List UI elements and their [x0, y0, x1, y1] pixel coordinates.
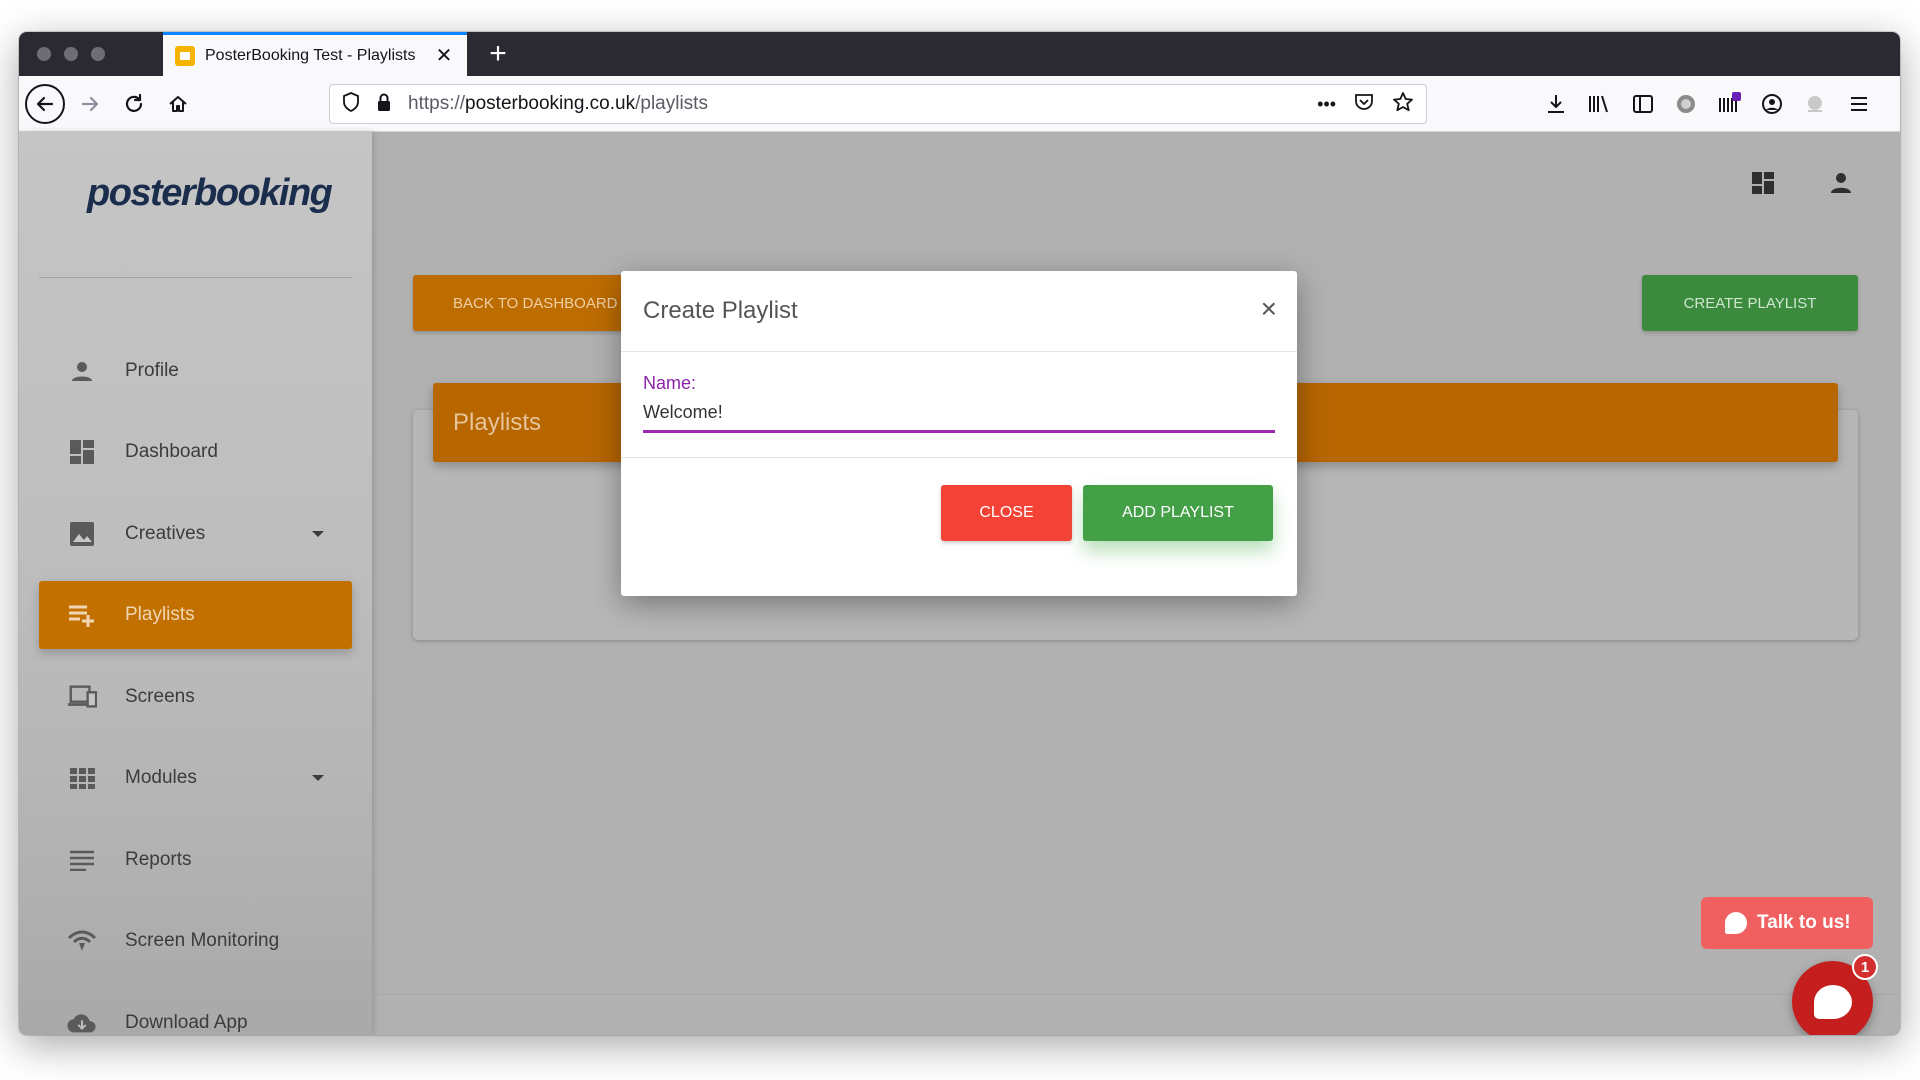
modal-header: Create Playlist ×	[621, 271, 1297, 352]
sidebar-item-label: Creatives	[125, 523, 206, 544]
chat-bubble-icon	[1725, 912, 1747, 934]
extension-barcode-icon[interactable]	[1715, 90, 1743, 118]
address-bar[interactable]: https://posterbooking.co.uk/playlists ••…	[329, 84, 1427, 124]
back-to-dashboard-button[interactable]: BACK TO DASHBOARD	[413, 275, 653, 331]
window-minimize-dot[interactable]	[64, 47, 78, 61]
hamburger-menu-icon[interactable]	[1845, 90, 1873, 118]
devices-icon	[67, 682, 97, 712]
sidebar-item-label: Screen Monitoring	[125, 930, 280, 951]
url-scheme: https://	[408, 93, 466, 114]
list-icon	[67, 845, 97, 875]
pocket-icon[interactable]	[1354, 92, 1374, 117]
sidebar-item-modules[interactable]: Modules	[39, 744, 352, 812]
sidebar-item-label: Modules	[125, 767, 197, 788]
chat-bubble-icon	[1813, 984, 1852, 1019]
tab-title: PosterBooking Test - Playlists	[205, 46, 416, 64]
chevron-down-icon[interactable]	[312, 531, 324, 537]
sidebar-item-screens[interactable]: Screens	[39, 663, 352, 731]
sidebar-item-label: Reports	[125, 849, 192, 870]
playlist-add-icon	[67, 600, 97, 630]
name-label: Name:	[643, 373, 697, 393]
sidebar-item-label: Screens	[125, 686, 195, 707]
create-playlist-modal: Create Playlist × Name: CLOSE ADD PLAYLI…	[621, 271, 1297, 596]
navigation-toolbar: https://posterbooking.co.uk/playlists ••…	[19, 76, 1900, 132]
account-icon[interactable]	[1758, 90, 1786, 118]
downloads-icon[interactable]	[1542, 90, 1570, 118]
cloud-download-icon	[67, 1008, 97, 1035]
sidebar-item-screen-monitoring[interactable]: Screen Monitoring	[39, 907, 352, 975]
window-close-dot[interactable]	[37, 47, 51, 61]
sidebar-divider	[39, 277, 352, 278]
url-domain: posterbooking.co.uk	[465, 93, 636, 114]
add-playlist-button[interactable]: ADD PLAYLIST	[1083, 485, 1273, 541]
dashboard-icon	[67, 437, 97, 467]
sidebar-item-download-app[interactable]: Download App	[39, 989, 352, 1035]
sidebar-item-dashboard[interactable]: Dashboard	[39, 418, 352, 486]
wifi-signal-icon	[67, 926, 97, 956]
card-title: Playlists	[453, 408, 542, 436]
sidebar: posterbooking Profile Dashboard Creative…	[19, 132, 372, 1035]
close-icon[interactable]: ×	[1261, 295, 1277, 323]
bookmark-star-icon[interactable]	[1392, 91, 1414, 118]
apps-grid-icon	[67, 763, 97, 793]
tab-strip: PosterBooking Test - Playlists ✕ +	[19, 32, 1900, 76]
reload-icon[interactable]	[116, 86, 152, 122]
forward-arrow-icon[interactable]	[72, 86, 108, 122]
lock-icon[interactable]	[376, 92, 392, 117]
create-playlist-button[interactable]: CREATE PLAYLIST	[1642, 275, 1858, 331]
sidebar-item-label: Dashboard	[125, 441, 218, 462]
sidebar-item-reports[interactable]: Reports	[39, 826, 352, 894]
browser-tab[interactable]: PosterBooking Test - Playlists ✕	[163, 32, 467, 76]
notification-badge: 1	[1852, 954, 1878, 980]
extension-globe-icon[interactable]	[1672, 90, 1700, 118]
person-icon	[67, 356, 97, 386]
chevron-down-icon[interactable]	[312, 775, 324, 781]
image-icon	[67, 519, 97, 549]
home-icon[interactable]	[160, 86, 196, 122]
library-icon[interactable]	[1585, 90, 1613, 118]
page-content: posterbooking Profile Dashboard Creative…	[19, 132, 1900, 1035]
sidebar-toggle-icon[interactable]	[1629, 90, 1657, 118]
logo[interactable]: posterbooking	[87, 172, 333, 215]
sidebar-item-playlists[interactable]: Playlists	[39, 581, 352, 649]
page-actions-menu-icon[interactable]: •••	[1317, 94, 1336, 115]
back-arrow-icon[interactable]	[25, 84, 65, 124]
extension-shield-icon[interactable]	[1801, 90, 1829, 118]
new-tab-icon[interactable]: +	[483, 36, 513, 72]
modal-divider	[621, 457, 1297, 458]
footer-divider	[372, 994, 1900, 995]
browser-window: PosterBooking Test - Playlists ✕ + https…	[19, 32, 1900, 1035]
url-text[interactable]: https://posterbooking.co.uk/playlists	[408, 93, 1317, 115]
tracking-shield-icon[interactable]	[342, 91, 360, 117]
close-button[interactable]: CLOSE	[941, 485, 1072, 541]
sidebar-item-label: Download App	[125, 1012, 248, 1033]
url-path: /playlists	[635, 93, 708, 114]
tab-close-icon[interactable]: ✕	[433, 43, 455, 68]
favicon-icon	[175, 45, 195, 66]
window-zoom-dot[interactable]	[91, 47, 105, 61]
talk-to-us-label: Talk to us!	[1757, 912, 1851, 933]
sidebar-item-profile[interactable]: Profile	[39, 337, 352, 405]
talk-to-us-button[interactable]: Talk to us!	[1701, 897, 1873, 949]
playlist-name-input[interactable]	[643, 395, 1275, 433]
sidebar-item-label: Profile	[125, 360, 179, 381]
modal-title: Create Playlist	[643, 297, 798, 324]
person-icon[interactable]	[1826, 168, 1856, 198]
sidebar-item-label: Playlists	[125, 604, 195, 625]
sidebar-item-creatives[interactable]: Creatives	[39, 500, 352, 568]
dashboard-icon[interactable]	[1748, 168, 1778, 198]
